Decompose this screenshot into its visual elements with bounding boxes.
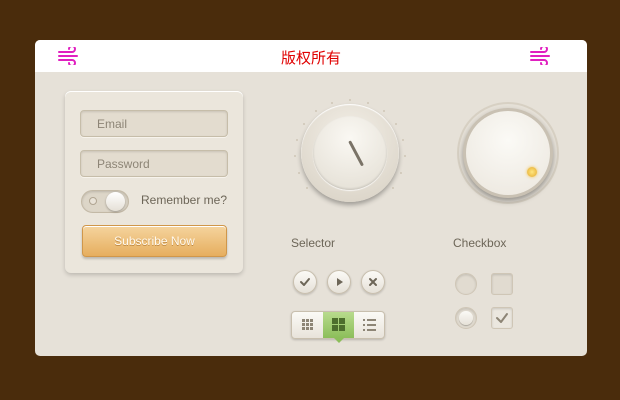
header-bar: 版权所有 [35,40,587,72]
close-button[interactable] [361,270,385,294]
email-placeholder: Email [97,117,128,131]
checkbox-checked[interactable] [491,307,513,329]
play-icon [337,278,343,286]
login-form-card: Email Password Remember me? Subscribe No… [65,91,243,273]
page-title: 版权所有 [280,50,341,67]
large-grid-icon [332,318,345,331]
radio-unselected[interactable] [455,273,477,295]
list-icon [363,319,376,331]
dial-indicator-light [527,167,537,177]
toggle-off-indicator [89,197,97,205]
dial-face [466,111,550,195]
subscribe-button[interactable]: Subscribe Now [82,225,227,257]
large-grid-view-button[interactable] [323,312,354,338]
remember-label: Remember me? [141,193,228,207]
small-grid-view-button[interactable] [292,312,323,338]
dial-cap [313,116,387,190]
toggle-knob[interactable] [106,192,125,211]
view-mode-segmented-control[interactable] [291,311,385,343]
checkbox-label: Checkbox [453,236,507,250]
check-icon [496,313,508,323]
small-grid-icon [302,319,313,330]
selector-label: Selector [291,236,336,250]
play-button[interactable] [327,270,351,294]
password-placeholder: Password [97,157,150,171]
close-icon [369,278,377,286]
volume-dial[interactable] [457,102,559,204]
check-icon [300,278,310,286]
wind-icon [530,47,550,65]
password-field[interactable]: Password [80,150,228,177]
checkbox-unchecked[interactable] [491,273,513,295]
selector-dial[interactable] [293,96,407,210]
list-view-button[interactable] [354,312,385,338]
radio-selected-dot [459,311,473,325]
selected-indicator-notch [334,338,344,343]
check-button[interactable] [293,270,317,294]
remember-toggle[interactable] [81,190,129,213]
radio-selected[interactable] [455,307,477,329]
ui-kit-panel: 版权所有 Email Password Remember me? Subscri… [35,40,587,356]
email-field[interactable]: Email [80,110,228,137]
